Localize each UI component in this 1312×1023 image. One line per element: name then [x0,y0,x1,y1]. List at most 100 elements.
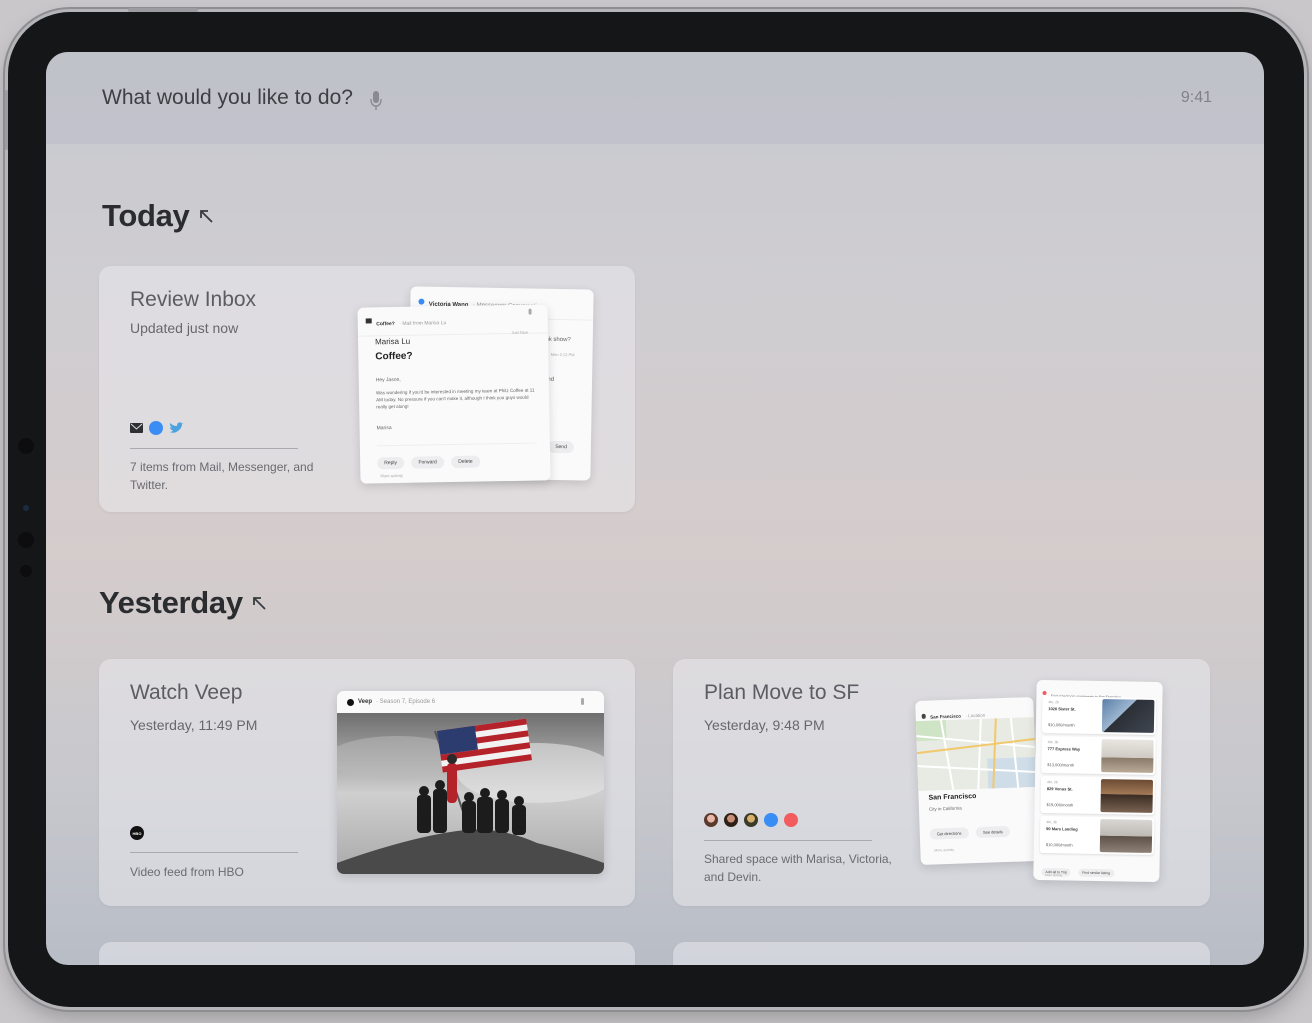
mail-signature: Marisa [376,425,392,432]
volume-button-left [5,90,8,150]
listing-item[interactable]: 4br, 3b 777 Express Way $13,000/month [1041,736,1156,775]
card-subtitle: Yesterday, 9:48 PM [704,717,825,733]
card-footer: Video feed from HBO [130,865,244,879]
listings-preview[interactable]: Find 4 bedroom apartments in San Francis… [1033,679,1163,883]
listing-unit: 4br, 3b [1047,740,1059,745]
card-title: Watch Veep [130,681,243,704]
avatar-victoria [724,813,738,827]
card-partial-right[interactable] [673,942,1210,965]
video-thumbnail[interactable] [337,713,604,874]
mail-preview[interactable]: Coffee? · Mail from Marisa Lu Just Now M… [357,304,551,484]
card-title: Review Inbox [130,288,257,311]
search-bar[interactable]: What would you like to do? 9:41 [46,52,1264,144]
get-directions-button[interactable]: Get directions [929,827,969,840]
listing-unit: 4br, 3b [1046,780,1058,785]
mail-actions: Reply Forward Delete [376,442,538,470]
preview-header-detail: · Mail from Marisa Lu [399,320,447,327]
card-footer: Shared space with Marisa, Victoria, and … [704,852,892,884]
card-divider [130,448,298,449]
messenger-icon [418,298,425,305]
location-pin-icon [921,713,926,719]
twitter-icon [169,422,184,433]
more-activity-link[interactable]: More activity [934,848,954,853]
section-title-today: Today [102,198,190,233]
message-time: Mon 2:13 PM [550,351,575,358]
video-show: Veep [358,699,373,705]
listings-list: 4br, 2b 1026 Sister St. $10,000/month 4b… [1039,696,1157,855]
mail-subject: Coffee? [375,350,413,363]
airbnb-icon [1042,690,1047,695]
listing-price: $13,000/month [1047,762,1075,768]
section-title-yesterday: Yesterday [99,585,243,620]
map-place-subtitle: City in California [928,805,962,812]
mail-icon [365,318,372,324]
card-subtitle: Updated just now [130,320,239,336]
listing-address: 829 Venus St. [1046,786,1073,792]
microphone-icon[interactable] [581,698,584,705]
preview-header: Coffee? [376,321,395,328]
card-footer: 7 items from Mail, Messenger, and Twitte… [130,460,314,492]
messenger-icon [149,421,163,435]
listing-photo [1101,699,1155,733]
volume-button-top [128,8,198,12]
listing-item[interactable]: 4br, 2b 1026 Sister St. $10,000/month [1041,696,1157,736]
source-icons [130,421,184,435]
more-activity-link[interactable]: More activity [1045,873,1062,877]
forward-button[interactable]: Forward [411,456,444,469]
map-actions: Get directions See details [929,819,1034,841]
mail-greeting: Hey Jason, [375,376,401,384]
status-time: 9:41 [1180,89,1212,106]
microphone-icon[interactable] [369,90,383,112]
hbo-icon: HBO [130,826,144,840]
listing-item[interactable]: 4br, 3b 829 Venus St. $15,000/month [1040,776,1156,815]
card-subtitle: Yesterday, 11:49 PM [130,717,258,733]
listing-price: $10,000/month [1045,842,1073,848]
source-icons: HBO [130,826,144,840]
messenger-icon [764,813,778,827]
mail-body: Was wondering if you'd be interested in … [375,387,535,410]
listing-photo [1100,779,1154,813]
listing-unit: 4br, 3b [1046,820,1058,825]
listing-price: $15,000/month [1046,802,1074,808]
listing-photo [1101,739,1154,773]
card-title: Plan Move to SF [704,681,860,704]
mail-from: Marisa Lu [374,336,411,347]
card-divider [130,852,298,853]
listing-address: 1026 Sister St. [1048,706,1076,712]
avatar-devin [744,813,758,827]
listing-item[interactable]: 4br, 3b 90 Mars Landing $10,000/month [1039,815,1155,855]
listing-unit: 4br, 2b [1048,700,1060,705]
video-episode: · Season 7, Episode 6 [376,699,436,705]
listing-photo [1099,819,1153,853]
video-preview[interactable]: Veep · Season 7, Episode 6 [337,691,604,874]
reply-button[interactable]: Reply [377,456,405,470]
card-divider [704,840,872,841]
camera-lens [18,532,34,548]
microphone-icon[interactable] [528,308,532,315]
map-place-name: San Francisco [928,793,977,802]
more-activity-link[interactable]: More activity [380,473,403,478]
card-plan-move-sf[interactable]: Plan Move to SF Yesterday, 9:48 PM Share… [673,659,1210,906]
camera-dot [23,505,29,511]
map-preview[interactable]: San Francisco · Location San Francisco C… [915,696,1039,866]
light-sensor [20,565,32,577]
mail-time: Just Now [511,329,528,335]
listing-price: $10,000/month [1047,722,1075,728]
delete-button[interactable]: Delete [451,455,480,469]
collapse-arrow-icon[interactable] [198,208,216,226]
screen: What would you like to do? 9:41 Today Re… [46,52,1264,965]
card-partial-left[interactable] [99,942,635,965]
airbnb-icon [784,813,798,827]
hbo-icon [347,698,354,706]
participant-icons [704,813,798,827]
send-button[interactable]: Send [548,440,575,454]
collapse-arrow-icon[interactable] [251,595,269,613]
see-details-button[interactable]: See details [975,825,1010,839]
card-watch-veep[interactable]: Watch Veep Yesterday, 11:49 PM HBO Video… [99,659,635,906]
map-image[interactable] [915,716,1037,792]
search-prompt[interactable]: What would you like to do? [102,86,353,110]
mail-icon [130,423,143,433]
find-similar-button[interactable]: Find similar listing [1078,868,1115,878]
card-review-inbox[interactable]: Review Inbox Updated just now 7 items fr… [99,266,635,512]
map-header-detail: · Location [965,712,986,719]
